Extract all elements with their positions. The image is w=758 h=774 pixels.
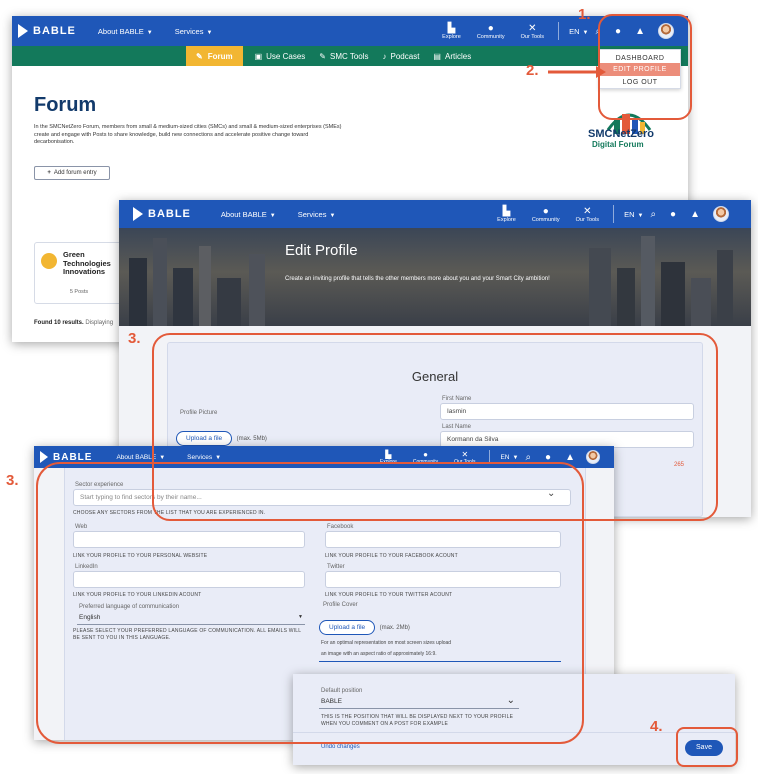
forum-card[interactable]: Green Technologies Innovations 5 Posts <box>34 242 124 304</box>
tools-link[interactable]: ✕ Our Tools <box>521 23 544 40</box>
add-forum-entry-button[interactable]: + Add forum entry <box>34 166 110 180</box>
tools-icon: ✕ <box>528 22 537 34</box>
card-post-count: 5 Posts <box>69 289 89 295</box>
tab-label: Use Cases <box>266 51 306 61</box>
about-label: About BABLE <box>116 453 157 461</box>
microphone-icon: ♪ <box>382 51 387 61</box>
community-link[interactable]: ● Community <box>477 23 505 40</box>
page-subtitle: Create an inviting profile that tells th… <box>285 276 550 282</box>
tab-label: Articles <box>444 51 472 61</box>
logo-chevron-icon <box>18 24 28 38</box>
tools-link[interactable]: ✕ Our Tools <box>576 206 599 223</box>
tab-smc-tools[interactable]: ✎ SMC Tools <box>319 52 368 61</box>
bell-icon[interactable]: ▲ <box>690 209 700 220</box>
community-label: Community <box>476 33 505 40</box>
caret-down-icon: ▼ <box>269 212 276 219</box>
caret-down-icon: ▼ <box>206 29 213 36</box>
tab-label: Forum <box>207 51 233 61</box>
tab-forum[interactable]: ✎ Forum <box>186 46 243 66</box>
logo-chevron-icon <box>133 207 143 221</box>
forum-description: In the SMCNetZero Forum, members from sm… <box>34 124 342 145</box>
community-icon: ● <box>542 205 549 217</box>
language-menu[interactable]: EN ▼ <box>624 210 643 219</box>
chat-icon[interactable]: ● <box>670 209 676 220</box>
forum-subnav: ✎ Forum ▣ Use Cases ✎ SMC Tools ♪ Podcast ▤ A… <box>12 46 688 66</box>
community-label: Community <box>531 216 560 223</box>
highlight-form-box <box>36 462 584 744</box>
caret-down-icon: ▼ <box>582 29 589 36</box>
step-3-label: 3. <box>128 330 141 347</box>
tab-label: SMC Tools <box>329 51 369 61</box>
explore-label: Explore <box>497 216 516 223</box>
search-icon[interactable]: ⌕ <box>650 209 656 220</box>
page-title: Edit Profile <box>285 242 358 259</box>
tools-icon: ✕ <box>583 205 592 217</box>
tab-articles[interactable]: ▤ Articles <box>433 52 471 61</box>
bable-logo[interactable]: BABLE <box>133 207 191 221</box>
bable-logo[interactable]: BABLE <box>18 24 76 38</box>
top-navbar: BABLE About BABLE ▼ Services ▼ ▙ Explore ● C… <box>119 200 751 228</box>
undo-changes-link[interactable]: Undo changes <box>321 744 360 750</box>
tab-label: Podcast <box>390 51 420 61</box>
card-avatar <box>41 253 57 269</box>
wrench-icon: ✎ <box>319 51 326 61</box>
results-count: Found 10 results. <box>34 320 84 326</box>
briefcase-icon: ▣ <box>254 51 263 61</box>
highlight-avatar-box <box>598 14 692 120</box>
tab-podcast[interactable]: ♪ Podcast <box>383 52 420 61</box>
logo-chevron-icon <box>40 451 48 463</box>
explore-link[interactable]: ▙ Explore <box>442 23 461 40</box>
services-label: Services <box>174 26 204 36</box>
services-menu[interactable]: Services ▼ <box>175 27 213 36</box>
caret-down-icon: ▼ <box>637 212 644 219</box>
tools-label: Our Tools <box>520 33 545 40</box>
logo-text: BABLE <box>148 208 191 220</box>
caret-down-icon: ▼ <box>146 29 153 36</box>
step-1-label: 1. <box>578 6 591 23</box>
results-summary: Found 10 results. Displaying <box>34 320 113 326</box>
step-3b-label: 3. <box>6 472 19 489</box>
results-rest: Displaying <box>85 320 114 326</box>
language-menu[interactable]: EN ▼ <box>569 27 588 36</box>
caret-down-icon: ▼ <box>329 212 336 219</box>
avatar[interactable] <box>713 206 729 222</box>
logo-text: BABLE <box>33 25 76 37</box>
arrow-icon <box>548 66 606 78</box>
community-link[interactable]: ● Community <box>532 206 560 223</box>
explore-icon: ▙ <box>502 205 511 217</box>
hero-banner: Edit Profile Create an inviting profile … <box>119 228 751 326</box>
services-label: Services <box>297 209 327 219</box>
tab-use-cases[interactable]: ▣ Use Cases <box>255 52 306 61</box>
language-label: EN <box>569 26 580 36</box>
tools-label: Our Tools <box>575 216 600 223</box>
step-4-label: 4. <box>650 718 663 735</box>
services-menu[interactable]: Services ▼ <box>298 210 336 219</box>
brand-subtitle: Digital Forum <box>592 140 644 149</box>
divider <box>613 205 615 223</box>
about-label: About BABLE <box>220 209 267 219</box>
explore-icon: ▙ <box>447 22 456 34</box>
page-title: Forum <box>34 94 97 116</box>
step-2-label: 2. <box>526 62 539 79</box>
highlight-save-box <box>676 727 738 767</box>
divider <box>558 22 560 40</box>
brand-name: SMCNetZero <box>588 128 655 140</box>
forum-tab-icon: ✎ <box>196 51 203 61</box>
about-label: About BABLE <box>97 26 144 36</box>
about-menu[interactable]: About BABLE ▼ <box>98 27 153 36</box>
language-label: EN <box>624 209 635 219</box>
about-menu[interactable]: About BABLE ▼ <box>221 210 276 219</box>
plus-icon: + <box>47 170 51 176</box>
community-icon: ● <box>487 22 494 34</box>
explore-link[interactable]: ▙ Explore <box>497 206 516 223</box>
add-label: Add forum entry <box>53 170 97 176</box>
logo-text: BABLE <box>53 451 93 463</box>
explore-label: Explore <box>442 33 461 40</box>
card-title: Green Technologies Innovations <box>63 250 111 276</box>
newspaper-icon: ▤ <box>433 51 441 61</box>
